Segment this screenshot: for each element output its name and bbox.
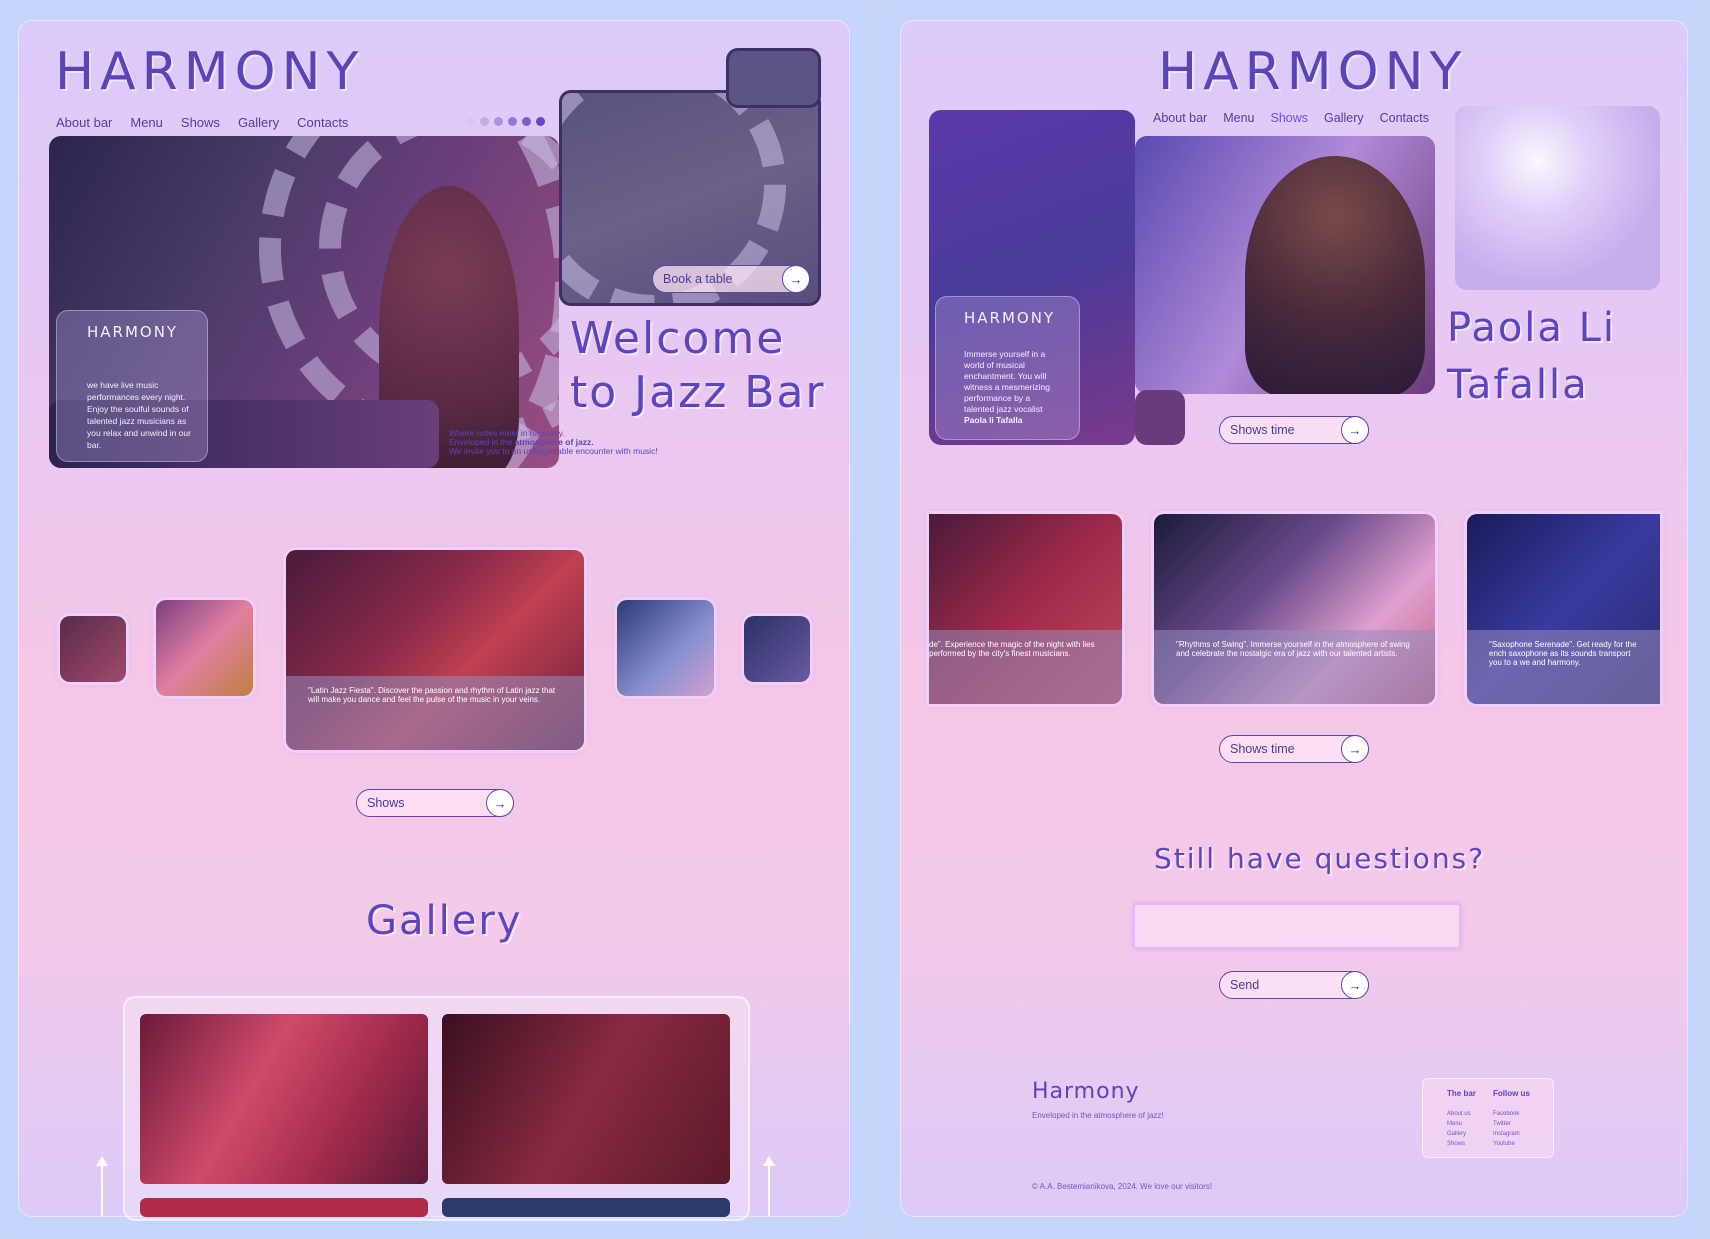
footer-link[interactable]: Menu (1447, 1119, 1471, 1129)
carousel-thumb[interactable] (744, 616, 810, 682)
carousel-thumb[interactable] (60, 616, 126, 682)
gallery-image[interactable] (140, 1198, 428, 1217)
carousel-active-slide[interactable]: "Rhythms of Swing". Immerse yourself in … (1154, 514, 1435, 704)
footer-link[interactable]: Shows (1447, 1139, 1471, 1149)
gallery-title: Gallery (366, 898, 523, 944)
footer-col2: Facebook Twitter Instagram Youtube (1493, 1109, 1520, 1149)
slider-dot[interactable] (508, 117, 517, 126)
logo[interactable]: HARMONY (1158, 42, 1467, 102)
nav-menu[interactable]: Menu (130, 115, 163, 130)
nav-shows[interactable]: Shows (1271, 111, 1309, 125)
slider-dot[interactable] (536, 117, 545, 126)
arrow-right-icon: → (782, 265, 810, 293)
book-table-button[interactable]: Book a table → (652, 265, 810, 293)
shows-time-button[interactable]: Shows time → (1219, 735, 1369, 763)
carousel-thumb[interactable] (617, 600, 714, 696)
footer-link[interactable]: Gallery (1447, 1129, 1471, 1139)
gallery-image[interactable] (140, 1014, 428, 1184)
slider-dots (466, 117, 545, 126)
welcome-line-2: to Jazz Bar (570, 367, 826, 418)
card-text: we have live music performances every ni… (87, 380, 191, 450)
slide-caption: "Latin Jazz Fiesta". Discover the passio… (286, 676, 584, 750)
slide-caption: "Rhythms of Swing". Immerse yourself in … (1154, 630, 1435, 704)
arrow-right-icon: → (1341, 735, 1369, 763)
carousel-active-slide[interactable]: "Latin Jazz Fiesta". Discover the passio… (286, 550, 584, 750)
shows-label: Shows (367, 796, 405, 810)
gallery-image[interactable] (442, 1198, 730, 1217)
book-table-label: Book a table (663, 272, 733, 286)
footer-links: The bar Follow us About us Menu Gallery … (1422, 1078, 1554, 1158)
nav-shows[interactable]: Shows (181, 115, 220, 130)
nav-gallery[interactable]: Gallery (1324, 111, 1364, 125)
slider-dot[interactable] (522, 117, 531, 126)
footer-link[interactable]: Twitter (1493, 1119, 1520, 1129)
tagline-line-3: We invite you to an unforgettable encoun… (449, 446, 658, 456)
card-title: HARMONY (87, 323, 179, 341)
artist-line-1: Paola Li (1447, 305, 1617, 351)
footer-col1: About us Menu Gallery Shows (1447, 1109, 1471, 1149)
footer-link[interactable]: Facebook (1493, 1109, 1520, 1119)
main-nav: About bar Menu Shows Gallery Contacts (56, 115, 348, 130)
carousel-slide[interactable]: "Saxophone Serenade". Get ready for the … (1467, 514, 1660, 704)
footer-col2-title: Follow us (1493, 1089, 1530, 1098)
logo[interactable]: HARMONY (55, 42, 364, 102)
shows-button[interactable]: Shows → (356, 789, 514, 817)
shows-time-label: Shows time (1230, 742, 1295, 756)
nav-contacts[interactable]: Contacts (297, 115, 348, 130)
nav-menu[interactable]: Menu (1223, 111, 1254, 125)
nav-about[interactable]: About bar (1153, 111, 1207, 125)
arrow-right-icon: → (1341, 416, 1369, 444)
arrow-right-icon: → (1341, 971, 1369, 999)
scroll-up-icon[interactable] (763, 1156, 775, 1216)
footer-slogan: Enveloped in the atmosphere of jazz! (1032, 1111, 1164, 1120)
main-nav: About bar Menu Shows Gallery Contacts (1153, 111, 1429, 125)
footer-link[interactable]: Youtube (1493, 1139, 1520, 1149)
send-button[interactable]: Send → (1219, 971, 1369, 999)
slide-caption: de". Experience the magic of the night w… (929, 630, 1122, 704)
slider-dot[interactable] (466, 117, 475, 126)
shows-time-button[interactable]: Shows time → (1219, 416, 1369, 444)
footer-link[interactable]: Instagram (1493, 1129, 1520, 1139)
footer-link[interactable]: About us (1447, 1109, 1471, 1119)
card-title: HARMONY (964, 309, 1056, 327)
hero-info-card: HARMONY we have live music performances … (56, 310, 208, 462)
footer-brand: Harmony (1032, 1079, 1140, 1104)
gallery-image[interactable] (442, 1014, 730, 1184)
hero-info-card: HARMONY Immerse yourself in a world of m… (935, 296, 1080, 440)
slide-caption: "Saxophone Serenade". Get ready for the … (1467, 630, 1660, 704)
send-label: Send (1230, 978, 1260, 992)
card-text: Immerse yourself in a world of musical e… (964, 349, 1050, 414)
artist-line-2: Tafalla (1447, 362, 1589, 408)
card-artist-name: Paola li Tafalla (964, 415, 1023, 425)
slider-dot[interactable] (494, 117, 503, 126)
artist-name: Paola Li Tafalla (1447, 300, 1616, 414)
nav-about[interactable]: About bar (56, 115, 112, 130)
nav-contacts[interactable]: Contacts (1380, 111, 1429, 125)
question-input[interactable] (1133, 903, 1461, 949)
footer-col1-title: The bar (1447, 1089, 1476, 1098)
slider-dot[interactable] (480, 117, 489, 126)
copyright: © A.A. Bestemianikova, 2024. We love our… (1032, 1182, 1213, 1191)
scroll-up-icon[interactable] (96, 1156, 108, 1216)
shows-time-label: Shows time (1230, 423, 1295, 437)
welcome-title: Welcome to Jazz Bar (570, 312, 826, 420)
arrow-right-icon: → (486, 789, 514, 817)
hero-tagline: Where notes meet in harmony. Enveloped i… (449, 429, 658, 456)
questions-title: Still have questions? (1154, 842, 1486, 875)
carousel-thumb[interactable] (156, 600, 253, 696)
nav-gallery[interactable]: Gallery (238, 115, 279, 130)
welcome-line-1: Welcome (570, 313, 786, 364)
carousel-slide[interactable]: de". Experience the magic of the night w… (929, 514, 1122, 704)
